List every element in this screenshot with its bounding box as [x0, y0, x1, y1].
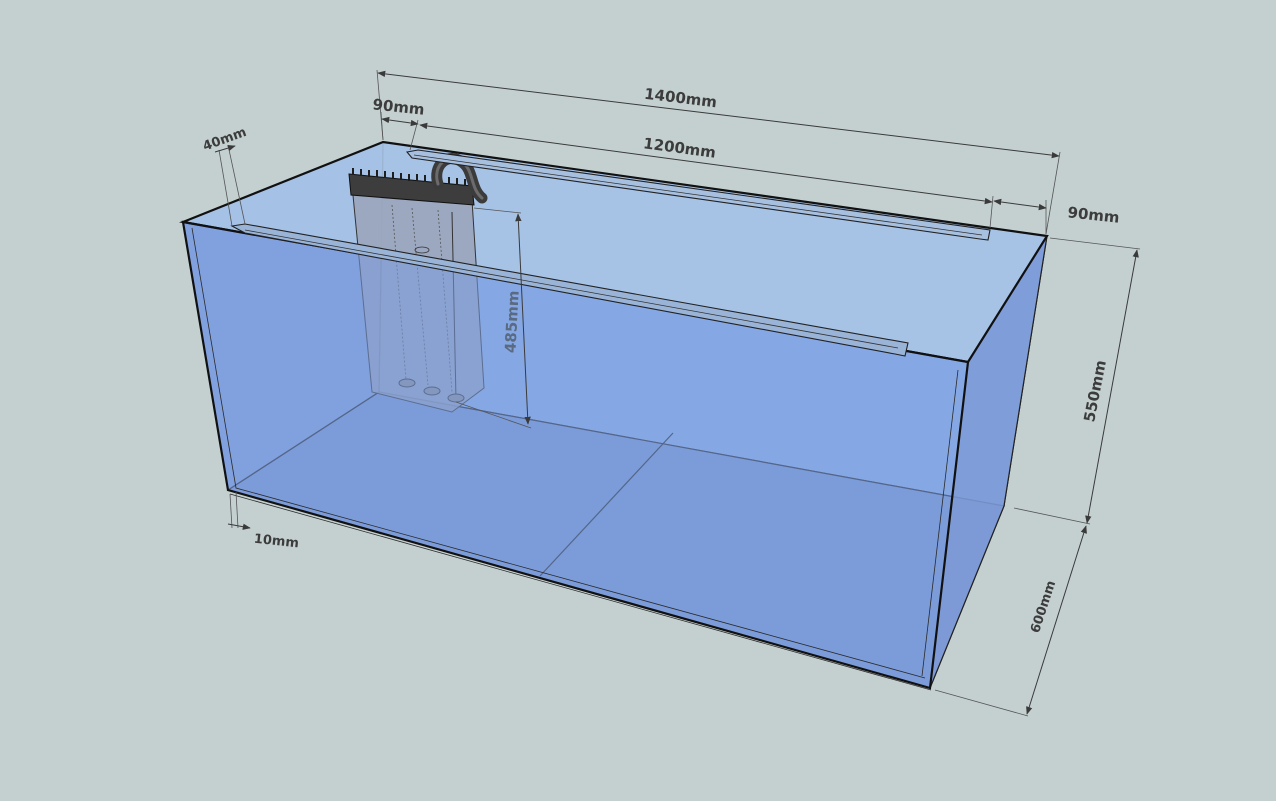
dim-overflow-height: 485mm: [501, 290, 522, 353]
dim-right-offset: 90mm: [1067, 203, 1121, 226]
dim-left-offset: 90mm: [372, 95, 426, 118]
dim-height: 550mm: [1080, 359, 1110, 424]
dim-overall-length: 1400mm: [643, 85, 718, 112]
dim-glass-thickness: 10mm: [253, 532, 300, 552]
aquarium-drawing: 1400mm 1200mm 90mm 90mm 40mm 10mm 550mm: [179, 69, 1141, 717]
dim-top-brace-width: 40mm: [201, 125, 249, 155]
dim-inner-length: 1200mm: [642, 134, 717, 161]
